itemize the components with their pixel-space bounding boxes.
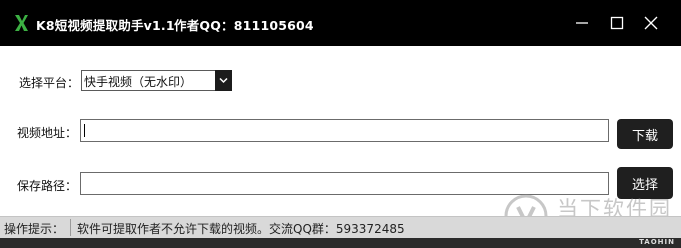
bottom-strip: TAOHIN: [0, 238, 681, 248]
k8-logo-icon: [15, 15, 28, 31]
path-label: 保存路径：: [17, 179, 78, 193]
close-button[interactable]: [636, 8, 666, 38]
maximize-icon: [610, 16, 624, 30]
platform-select[interactable]: 快手视频（无水印）: [81, 70, 232, 91]
author-info: 作者QQ：811105604: [174, 18, 314, 33]
title-bar: K8短视频提取助手v1.1 作者QQ：811105604: [0, 0, 681, 46]
text-caret: [84, 124, 85, 137]
choose-button[interactable]: 选择: [617, 167, 673, 199]
minimize-icon: [576, 22, 588, 24]
platform-selected-value: 快手视频（无水印）: [84, 75, 193, 89]
platform-label: 选择平台：: [19, 76, 80, 90]
video-url-input[interactable]: [80, 119, 609, 142]
status-text: 软件可提取作者不允许下载的视频。交流QQ群：593372485: [77, 222, 405, 236]
app-title: K8短视频提取助手v1.1: [36, 18, 175, 33]
download-button[interactable]: 下载: [617, 119, 673, 149]
chevron-down-icon: [219, 77, 228, 84]
dropdown-arrow[interactable]: [215, 70, 232, 91]
status-bar: 操作提示： 软件可提取作者不允许下载的视频。交流QQ群：593372485: [0, 216, 681, 238]
maximize-button[interactable]: [602, 8, 632, 38]
save-path-input[interactable]: [80, 172, 609, 195]
status-label: 操作提示：: [4, 222, 65, 236]
status-divider: [70, 219, 71, 236]
url-label: 视频地址：: [17, 126, 78, 140]
footer-tag: TAOHIN: [639, 238, 675, 246]
minimize-button[interactable]: [567, 8, 597, 38]
close-icon: [644, 16, 658, 30]
